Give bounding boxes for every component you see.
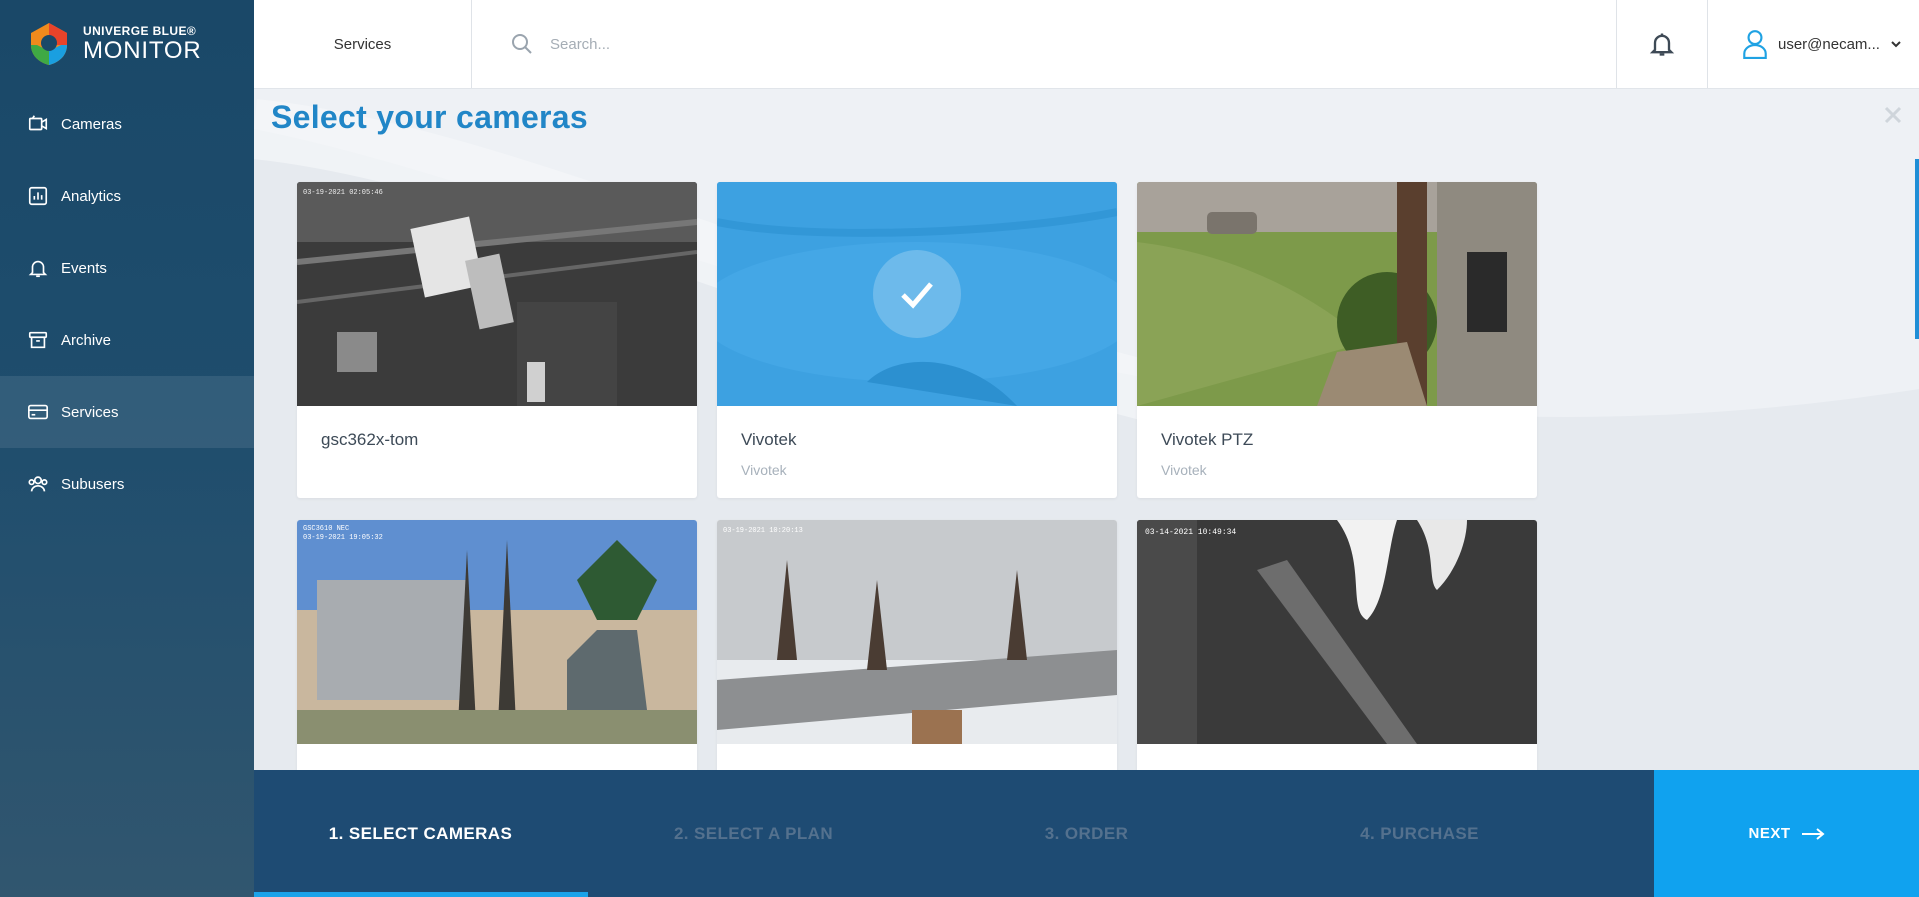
- check-icon: [901, 282, 933, 309]
- sidebar-item-analytics[interactable]: Analytics: [0, 160, 254, 232]
- sidebar-item-label: Services: [61, 403, 119, 421]
- sidebar-item-cameras[interactable]: Cameras: [0, 88, 254, 160]
- user-menu[interactable]: user@necam...: [1708, 0, 1919, 88]
- camera-thumbnail: 03-19-2021 10:20:13: [717, 520, 1117, 744]
- wizard-step-purchase[interactable]: 4. PURCHASE: [1253, 824, 1586, 844]
- sidebar-item-subusers[interactable]: Subusers: [0, 448, 254, 520]
- thumb-timestamp: 03-14-2021 10:49:34: [1145, 528, 1236, 537]
- sidebar-item-services[interactable]: Services: [0, 376, 254, 448]
- chart-icon: [28, 186, 48, 206]
- wizard-step-select-cameras[interactable]: 1. SELECT CAMERAS: [254, 824, 587, 844]
- users-icon: [28, 476, 48, 492]
- thumb-timestamp: 03-19-2021 10:20:13: [723, 527, 803, 535]
- bell-icon: [28, 260, 48, 278]
- sidebar-item-events[interactable]: Events: [0, 232, 254, 304]
- sidebar-item-label: Analytics: [61, 187, 122, 205]
- brand-logo-icon: [31, 23, 67, 65]
- camera-thumbnail: [1137, 182, 1537, 406]
- thumb-timestamp: 03-19-2021 19:05:32: [303, 534, 383, 542]
- next-button[interactable]: NEXT: [1654, 770, 1919, 897]
- camera-card[interactable]: 03-19-2021 02:05:46 gsc362x-tom: [297, 182, 697, 498]
- camera-vendor: Vivotek: [1161, 462, 1207, 478]
- sidebar-item-label: Subusers: [61, 475, 125, 493]
- search-bar: [472, 0, 1616, 88]
- camera-name: gsc362x-tom: [321, 430, 419, 449]
- wizard-step-order[interactable]: 3. ORDER: [920, 824, 1253, 844]
- wizard-progress-bar: [254, 892, 588, 897]
- bell-icon: [1649, 33, 1675, 56]
- thumb-timestamp: GSC3610 NEC: [303, 525, 349, 533]
- card-icon: [28, 404, 48, 420]
- archive-icon: [28, 331, 48, 349]
- wizard-step-select-plan[interactable]: 2. SELECT A PLAN: [587, 824, 920, 844]
- user-icon: [1743, 30, 1767, 59]
- topbar: Services user@necam...: [254, 0, 1919, 89]
- sidebar-nav: Cameras Analytics Events Archive Service…: [0, 88, 254, 520]
- camera-name: Vivotek PTZ: [1161, 430, 1254, 449]
- sidebar-item-archive[interactable]: Archive: [0, 304, 254, 376]
- brand[interactable]: UNIVERGE BLUE® MONITOR: [0, 0, 254, 88]
- page-title: Select your cameras: [271, 99, 588, 135]
- arrow-right-icon: [1801, 827, 1825, 840]
- search-icon: [512, 34, 532, 54]
- scrollbar[interactable]: [1915, 159, 1919, 339]
- sidebar-item-label: Events: [61, 259, 107, 277]
- camera-grid: 03-19-2021 02:05:46 gsc362x-tom Vivotek …: [297, 182, 1537, 770]
- camera-card[interactable]: Vivotek PTZ Vivotek: [1137, 182, 1537, 498]
- brand-name-top: UNIVERGE BLUE®: [83, 24, 197, 38]
- wizard-steps: 1. SELECT CAMERAS 2. SELECT A PLAN 3. OR…: [254, 770, 1654, 897]
- camera-card[interactable]: GSC3610 NEC 03-19-2021 19:05:32: [297, 520, 697, 770]
- sidebar-item-label: Cameras: [61, 115, 122, 133]
- camera-thumbnail: GSC3610 NEC 03-19-2021 19:05:32: [297, 520, 697, 744]
- camera-name: Vivotek: [741, 430, 797, 449]
- check-badge: [873, 250, 961, 338]
- camera-card[interactable]: Vivotek Vivotek: [717, 182, 1117, 498]
- camera-thumbnail: 03-14-2021 10:49:34: [1137, 520, 1537, 744]
- user-email: user@necam...: [1778, 35, 1880, 53]
- main-content: Select your cameras 03-19-2021 02:05:46: [254, 89, 1919, 770]
- sidebar: UNIVERGE BLUE® MONITOR Cameras Analytics…: [0, 0, 254, 897]
- camera-thumbnail: 03-19-2021 02:05:46: [297, 182, 697, 406]
- camera-icon: [28, 115, 48, 131]
- notifications-button[interactable]: [1616, 0, 1708, 88]
- camera-vendor: Vivotek: [741, 462, 787, 478]
- brand-name-bottom: MONITOR: [83, 37, 202, 64]
- camera-thumbnail: [717, 182, 1117, 406]
- thumb-timestamp: 03-19-2021 02:05:46: [303, 189, 383, 197]
- chevron-down-icon: [1891, 41, 1901, 48]
- camera-card[interactable]: 03-19-2021 10:20:13: [717, 520, 1117, 770]
- sidebar-item-label: Archive: [61, 331, 112, 349]
- next-button-label: NEXT: [1748, 825, 1791, 842]
- breadcrumb[interactable]: Services: [254, 0, 472, 88]
- search-input[interactable]: [550, 35, 1150, 53]
- selected-overlay: [717, 182, 1117, 406]
- close-icon: [1884, 106, 1902, 124]
- close-button[interactable]: [1883, 105, 1903, 125]
- camera-card[interactable]: 03-14-2021 10:49:34: [1137, 520, 1537, 770]
